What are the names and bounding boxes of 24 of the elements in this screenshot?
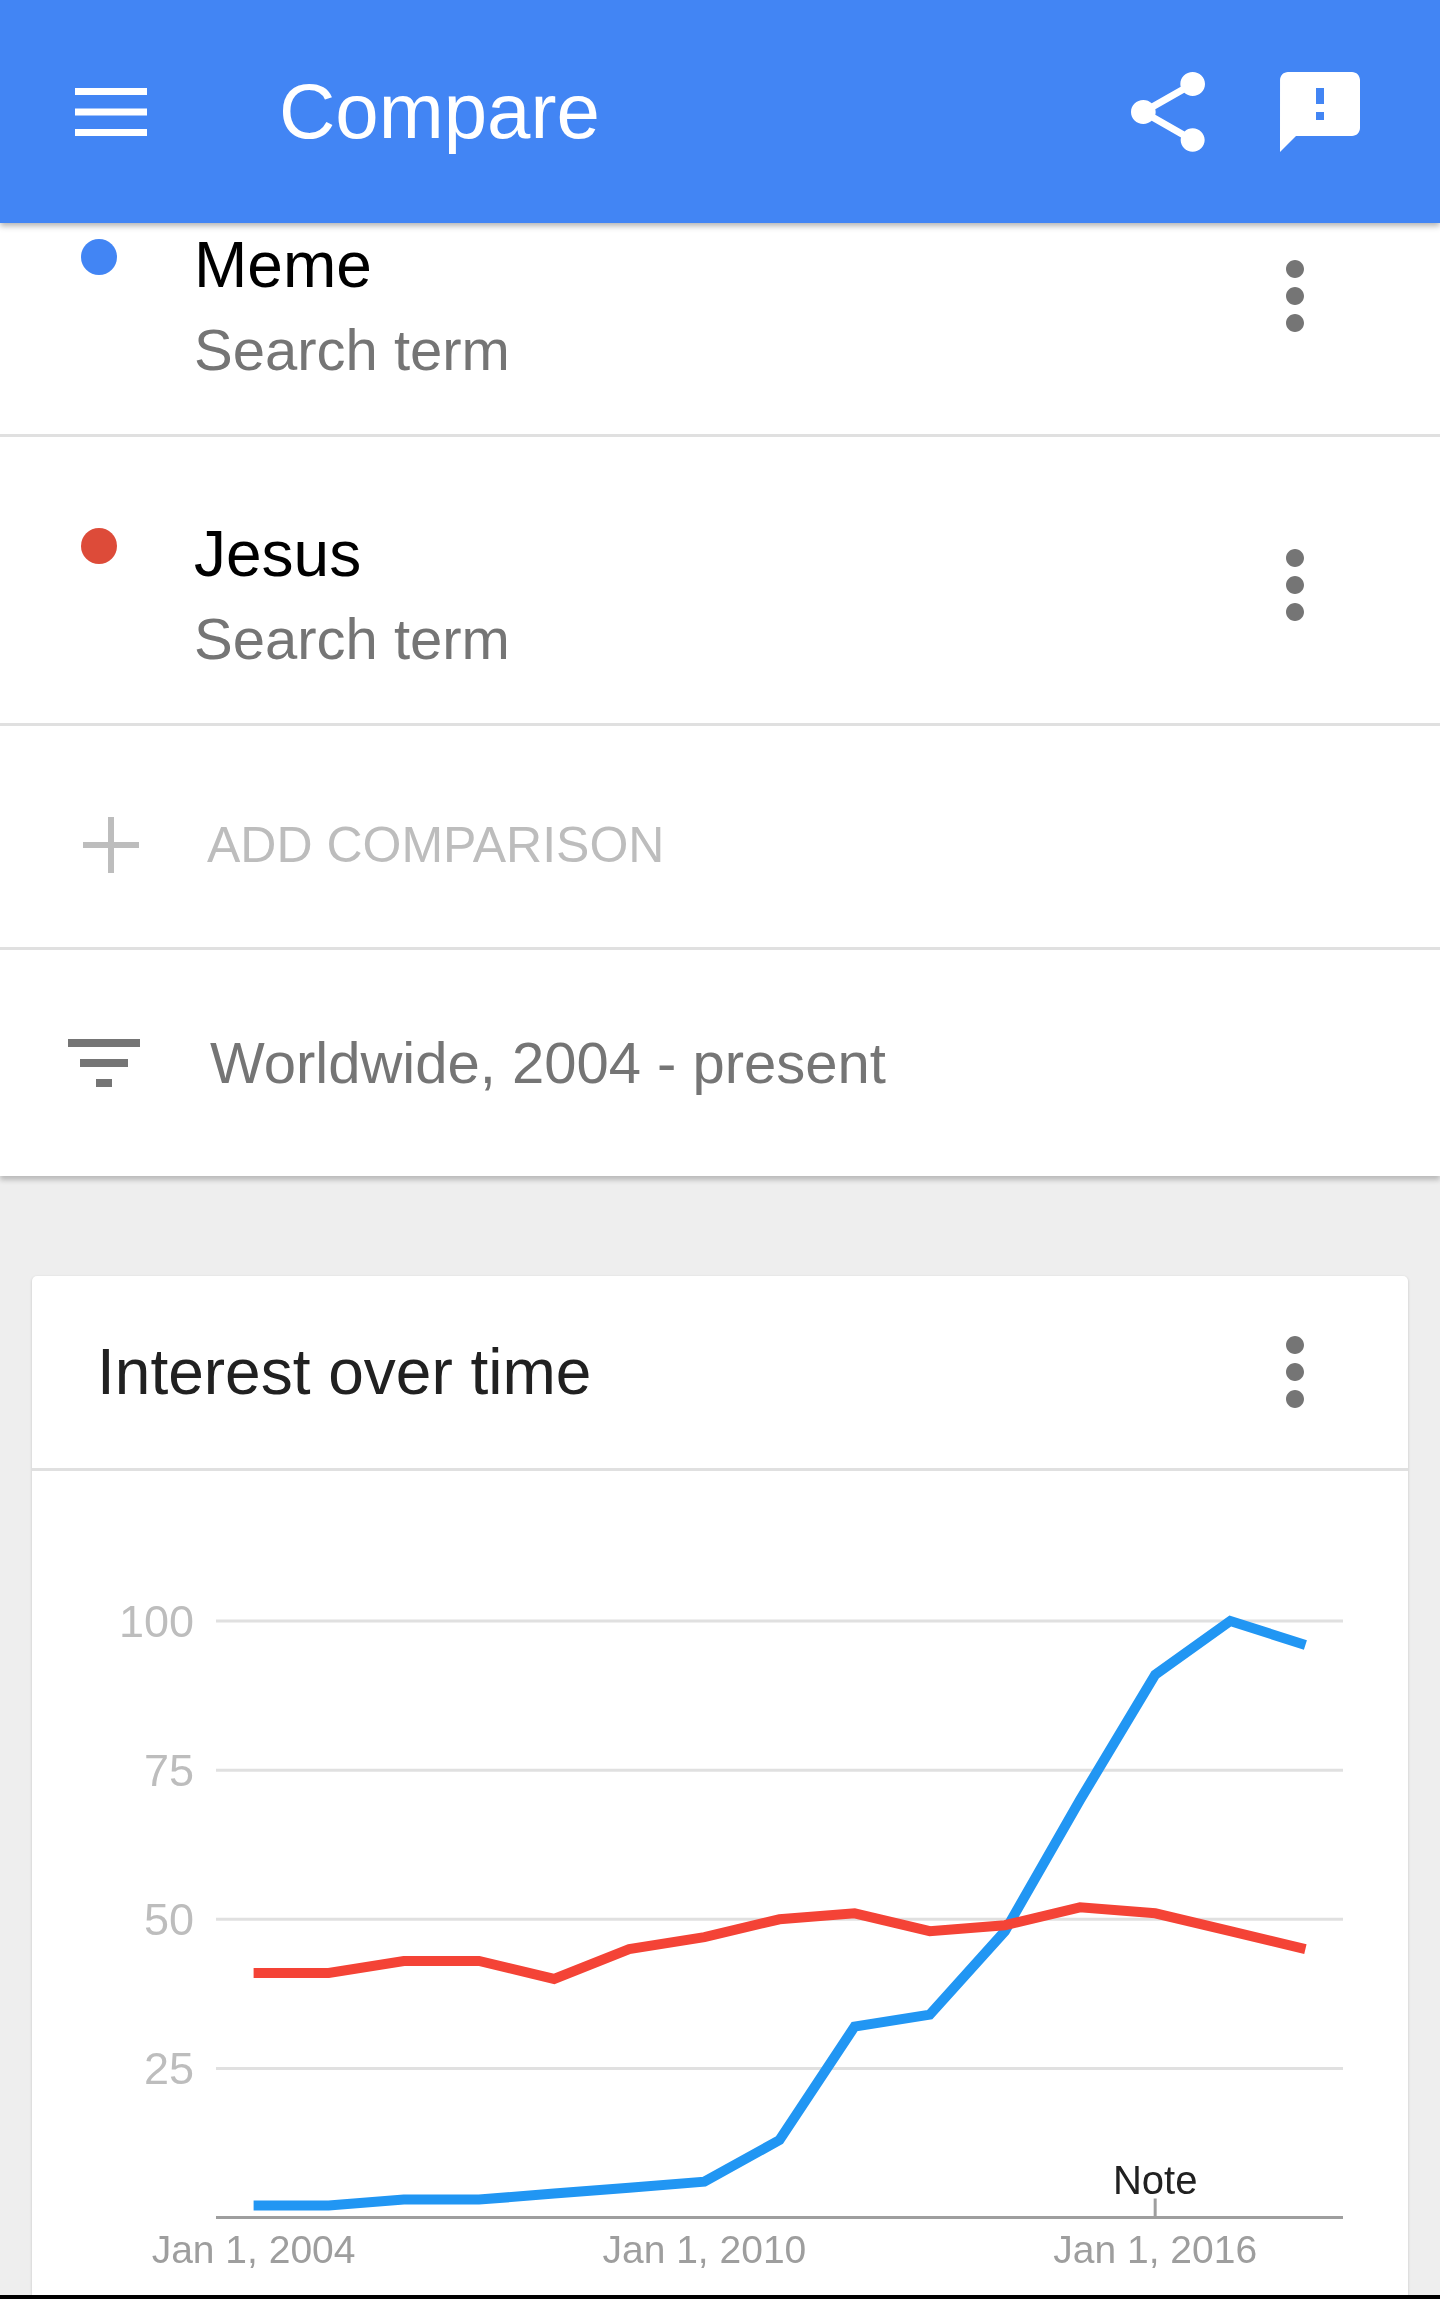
x-axis-label: Jan 1, 2016: [1053, 2228, 1258, 2271]
filter-icon: [68, 1039, 140, 1087]
more-options-icon[interactable]: [1286, 260, 1304, 332]
speech-bubble-icon[interactable]: [1280, 71, 1360, 152]
y-axis-label: 75: [143, 1744, 194, 1796]
y-axis-label: 25: [143, 2042, 194, 2094]
term-subtitle: Search term: [194, 605, 510, 673]
menu-icon[interactable]: [75, 87, 147, 136]
app-title: Compare: [279, 66, 600, 157]
note-annotation[interactable]: Note: [1112, 2157, 1198, 2217]
x-axis-label: Jan 1, 2004: [151, 2228, 356, 2271]
term-name: Meme: [194, 228, 372, 302]
term-subtitle: Search term: [194, 316, 510, 384]
card-title: Interest over time: [97, 1334, 592, 1410]
more-options-icon[interactable]: [1286, 1336, 1304, 1408]
plus-icon: [83, 817, 139, 873]
y-axis-label: 50: [143, 1893, 194, 1945]
annotation: Note: [1112, 2157, 1198, 2202]
term-name: Jesus: [194, 517, 362, 591]
more-options-icon[interactable]: [1286, 549, 1304, 621]
x-axis-label: Jan 1, 2010: [602, 2228, 807, 2271]
filter-button[interactable]: Worldwide, 2004 - present: [68, 1028, 886, 1098]
y-axis-label: 100: [118, 1595, 194, 1647]
share-icon[interactable]: [1131, 71, 1205, 152]
